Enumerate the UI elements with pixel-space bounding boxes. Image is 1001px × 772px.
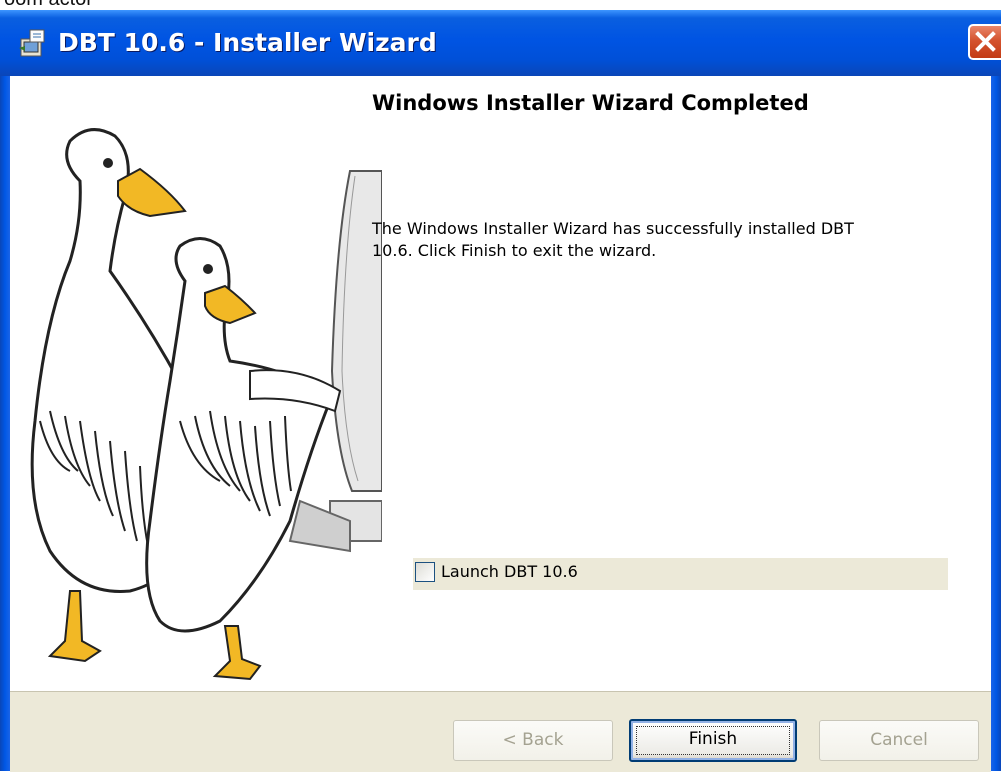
finish-button[interactable]: Finish <box>629 719 797 762</box>
background-text: oom actor <box>4 0 93 10</box>
launch-option-row[interactable]: Launch DBT 10.6 <box>413 558 948 590</box>
message-line: 10.6. Click Finish to exit the wizard. <box>372 241 657 260</box>
background-text-fragment: oom actor <box>0 0 1001 10</box>
completion-message: The Windows Installer Wizard has success… <box>372 218 972 262</box>
installer-icon <box>19 29 45 57</box>
launch-checkbox-label[interactable]: Launch DBT 10.6 <box>441 562 578 581</box>
message-line: The Windows Installer Wizard has success… <box>372 219 854 238</box>
wizard-content: Windows Installer Wizard Completed The W… <box>10 76 991 701</box>
ducks-illustration <box>30 128 382 681</box>
wizard-heading: Windows Installer Wizard Completed <box>372 91 809 115</box>
window-title: DBT 10.6 - Installer Wizard <box>58 28 437 57</box>
window-border-right <box>991 76 1001 771</box>
window-border-left <box>0 76 10 771</box>
cancel-button[interactable]: Cancel <box>819 720 979 761</box>
back-button[interactable]: < Back <box>453 720 613 761</box>
launch-checkbox[interactable] <box>415 562 435 582</box>
close-icon <box>975 31 996 52</box>
installer-window: DBT 10.6 - Installer Wizard Windows Inst… <box>0 10 1001 772</box>
finish-button-label: Finish <box>688 729 738 749</box>
button-bar: < Back Finish Cancel <box>10 691 991 772</box>
close-button[interactable] <box>968 24 1001 60</box>
title-bar[interactable]: DBT 10.6 - Installer Wizard <box>0 10 1001 76</box>
